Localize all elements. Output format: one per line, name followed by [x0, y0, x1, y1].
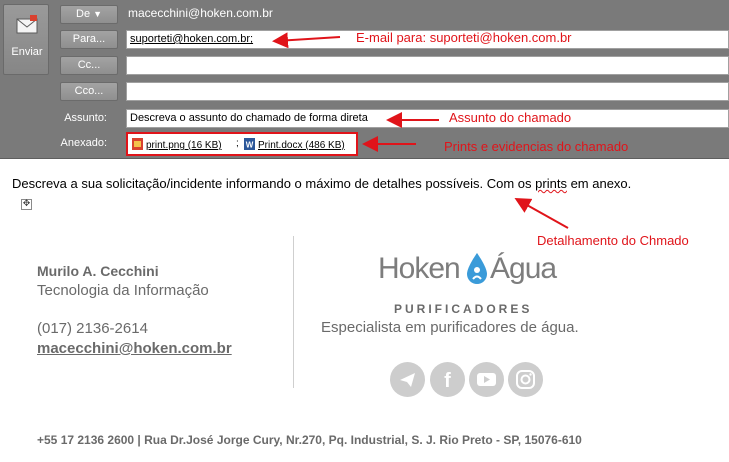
signature-divider [293, 236, 294, 388]
hoken-agua-logo: Hoken Água [378, 252, 560, 290]
logo-text-left: Hoken [378, 252, 461, 285]
water-drop-icon [467, 253, 487, 284]
arrow-body [514, 198, 569, 229]
svg-text:f: f [444, 370, 451, 392]
arrow-to [272, 32, 341, 49]
signature-phone: (017) 2136-2614 [37, 320, 148, 337]
telegram-icon[interactable] [390, 362, 425, 397]
facebook-icon[interactable]: f [430, 362, 465, 397]
annotation-body: Detalhamento do Chmado [537, 233, 689, 248]
signature-department: Tecnologia da Informação [37, 282, 209, 299]
signature-name: Murilo A. Cecchini [37, 263, 159, 279]
signature-description: Especialista em purificadores de água. [321, 319, 579, 336]
signature-tagline: PURIFICADORES [394, 302, 533, 316]
table-move-handle-icon[interactable]: ✥ [21, 199, 32, 210]
annotation-arrows [272, 32, 569, 229]
youtube-icon[interactable] [469, 362, 504, 397]
instagram-icon[interactable] [508, 362, 543, 397]
body-misspelled-word: prints [535, 176, 567, 191]
body-text-after: em anexo. [566, 176, 632, 191]
signature-email[interactable]: macecchini@hoken.com.br [37, 340, 232, 357]
logo-text-right: Água [490, 252, 557, 285]
message-body[interactable]: Descreva a sua solicitação/incidente inf… [12, 176, 631, 191]
body-text-before: Descreva a sua solicitação/incidente inf… [12, 176, 536, 191]
signature-footer: +55 17 2136 2600 | Rua Dr.José Jorge Cur… [37, 433, 582, 447]
